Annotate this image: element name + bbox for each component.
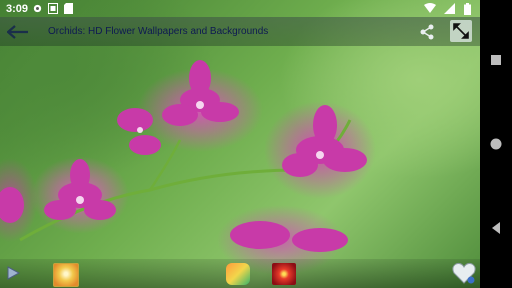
thumbnail-1[interactable] xyxy=(53,263,79,287)
back-nav-button[interactable] xyxy=(480,214,512,242)
play-icon xyxy=(7,266,21,280)
favorite-button[interactable] xyxy=(452,262,476,288)
system-nav-bar xyxy=(480,0,512,288)
recents-icon xyxy=(491,55,501,65)
wifi-icon xyxy=(424,2,436,15)
status-bar: 3:09 xyxy=(0,0,480,17)
home-button[interactable] xyxy=(480,130,512,158)
screen: 3:09 Orchids: HD Flower Wallpapers and B… xyxy=(0,0,480,288)
status-right xyxy=(420,2,476,15)
photo-icon xyxy=(48,2,60,15)
back-icon xyxy=(492,222,500,234)
play-button[interactable] xyxy=(6,266,21,285)
battery-icon xyxy=(464,2,476,15)
thumbnail-3[interactable] xyxy=(272,263,296,285)
arrow-left-icon xyxy=(7,24,28,39)
thumbnail-2[interactable] xyxy=(226,263,250,285)
app-title: Orchids: HD Flower Wallpapers and Backgr… xyxy=(48,26,269,37)
status-time: 3:09 xyxy=(6,2,29,15)
gear-icon xyxy=(32,3,44,15)
heart-icon xyxy=(452,262,476,284)
fullscreen-button[interactable] xyxy=(450,20,472,42)
sd-card-icon xyxy=(64,2,76,15)
recents-button[interactable] xyxy=(480,46,512,74)
home-icon xyxy=(490,138,502,150)
share-button[interactable] xyxy=(416,21,438,43)
signal-icon xyxy=(444,2,456,15)
share-icon xyxy=(420,24,434,40)
bottom-bar xyxy=(0,259,480,288)
app-bar: Orchids: HD Flower Wallpapers and Backgr… xyxy=(0,17,480,46)
back-button[interactable] xyxy=(0,17,36,46)
fullscreen-icon xyxy=(453,23,469,39)
